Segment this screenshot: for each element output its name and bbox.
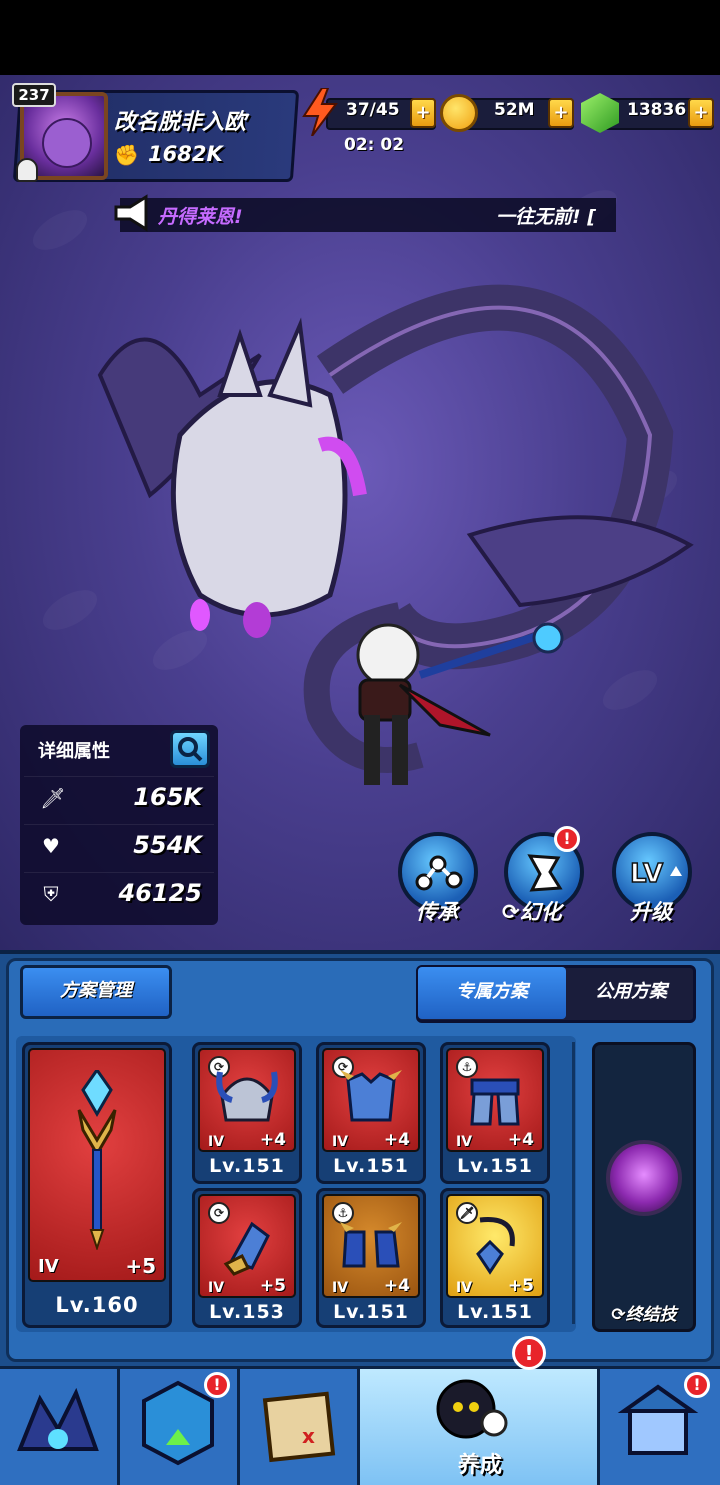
weapon-level: Lv.160	[55, 1293, 139, 1317]
nav-item-battle[interactable]	[0, 1369, 120, 1485]
necklace-grade: IV	[456, 1280, 473, 1296]
energy-count: 37/45	[346, 100, 400, 120]
boots-icon	[340, 1222, 402, 1268]
boots-grade: IV	[332, 1280, 349, 1296]
gloves-grade: IV	[208, 1280, 225, 1296]
heart-icon: ♥	[42, 834, 60, 858]
slot-divider	[572, 1042, 575, 1324]
add-gold-button[interactable]: +	[548, 98, 574, 128]
ultimate-orb-icon	[606, 1140, 682, 1216]
develop-alert-badge: !	[512, 1336, 546, 1370]
pants-grade: IV	[456, 1134, 473, 1150]
gold-coin-icon	[440, 94, 478, 132]
attack-value: 165K	[133, 783, 202, 811]
avatar-portrait	[42, 118, 92, 168]
nav-item-map[interactable]: x	[240, 1369, 360, 1485]
attribute-details-button[interactable]	[170, 730, 210, 768]
shield-icon: ⛨	[43, 882, 59, 906]
armor-grade: IV	[332, 1134, 349, 1150]
player-name: 改名脱非入欧	[114, 110, 247, 135]
search-icon	[178, 737, 203, 762]
pants-slot[interactable]: ⚓ IV +4 Lv.151	[440, 1042, 550, 1184]
gloves-slot[interactable]: ⟳ IV +5 Lv.153	[192, 1188, 302, 1328]
player-level-badge: 237	[12, 83, 56, 107]
gold-amount: 52M	[494, 100, 535, 120]
inherit-label: 传承	[416, 900, 458, 924]
transform-alert-badge: !	[554, 826, 580, 852]
shop-alert-badge: !	[684, 1372, 710, 1398]
tab-public-plan[interactable]: 公用方案	[570, 967, 692, 1019]
ghost-pet-icon	[16, 158, 38, 182]
attributes-title: 详细属性	[38, 741, 110, 762]
gloves-enhance: +5	[259, 1276, 286, 1296]
helmet-level: Lv.151	[209, 1155, 285, 1177]
treasure-map-icon: x	[262, 1391, 336, 1463]
tab-exclusive-plan[interactable]: 专属方案	[418, 967, 566, 1019]
health-value: 554K	[133, 831, 202, 859]
helmet-card: ⟳ IV +4	[198, 1048, 296, 1152]
leg-armor-icon	[470, 1078, 520, 1126]
defense-row: ⛨ 46125	[24, 872, 214, 916]
energy-timer: 02: 02	[344, 135, 405, 155]
upgrade-label: 升级	[630, 900, 672, 924]
gloves-card: ⟳ IV +5	[198, 1194, 296, 1298]
ultimate-label-text: 终结技	[625, 1305, 677, 1325]
refresh-icon: ⟳	[502, 900, 520, 924]
helmet-icon	[216, 1071, 278, 1122]
announcement-text-right: 一往无前! [	[496, 206, 596, 228]
health-row: ♥ 554K	[24, 824, 214, 868]
add-energy-button[interactable]: +	[410, 98, 436, 128]
pants-level: Lv.151	[457, 1155, 533, 1177]
nav-label-develop: 养成	[457, 1453, 502, 1478]
svg-text:x: x	[302, 1424, 315, 1448]
chest-armor-icon	[340, 1070, 402, 1122]
megaphone-icon	[114, 194, 148, 232]
necklace-card: 🗡 IV +5	[446, 1194, 544, 1298]
armor-slot[interactable]: ⟳ IV +4 Lv.151	[316, 1042, 426, 1184]
transform-label: ⟳幻化	[502, 896, 562, 926]
necklace-enhance: +5	[507, 1276, 534, 1296]
transform-label-text: 幻化	[519, 900, 562, 924]
staff-icon	[77, 1070, 117, 1250]
announcement-text-left: 丹得莱恩!	[158, 206, 243, 228]
attack-row: 🗡 165K	[24, 776, 214, 820]
boots-enhance: +4	[383, 1276, 410, 1296]
add-gem-button[interactable]: +	[688, 98, 714, 128]
weapon-grade: IV	[38, 1256, 59, 1277]
gem-amount: 13836	[627, 100, 687, 120]
svg-text:LV: LV	[630, 859, 663, 889]
weapon-slot[interactable]: IV +5 Lv.160	[22, 1042, 172, 1328]
crystal-crown-icon	[17, 1387, 99, 1451]
boots-card: ⚓ IV +4	[322, 1194, 420, 1298]
weapon-enhance: +5	[125, 1254, 156, 1278]
helmet-slot[interactable]: ⟳ IV +4 Lv.151	[192, 1042, 302, 1184]
combat-power-value: 1682K	[148, 142, 223, 166]
pants-card: ⚓ IV +4	[446, 1048, 544, 1152]
defense-value: 46125	[118, 879, 203, 907]
boots-slot[interactable]: ⚓ IV +4 Lv.151	[316, 1188, 426, 1328]
boots-level: Lv.151	[333, 1301, 409, 1323]
armor-enhance: +4	[383, 1130, 410, 1150]
gloves-level: Lv.153	[209, 1301, 285, 1323]
character-develop-icon	[436, 1379, 508, 1439]
pants-enhance: +4	[507, 1130, 534, 1150]
combat-power-icon: ✊	[114, 143, 139, 167]
armor-level: Lv.151	[333, 1155, 409, 1177]
energy-bolt-icon	[302, 88, 338, 136]
ultimate-label: ⟳终结技	[596, 1300, 692, 1325]
plan-management-button[interactable]: 方案管理	[20, 965, 172, 1019]
upgrade-alert-badge: !	[204, 1372, 230, 1398]
necklace-icon	[476, 1217, 515, 1275]
status-bar	[0, 0, 720, 75]
gauntlet-icon	[223, 1221, 270, 1276]
swap-icon: ⟳	[611, 1305, 626, 1325]
weapon-card: IV +5	[28, 1048, 166, 1282]
helmet-grade: IV	[208, 1134, 225, 1150]
sword-icon: 🗡	[40, 786, 66, 810]
necklace-slot[interactable]: 🗡 IV +5 Lv.151	[440, 1188, 550, 1328]
helmet-enhance: +4	[259, 1130, 286, 1150]
armor-card: ⟳ IV +4	[322, 1048, 420, 1152]
necklace-level: Lv.151	[457, 1301, 533, 1323]
